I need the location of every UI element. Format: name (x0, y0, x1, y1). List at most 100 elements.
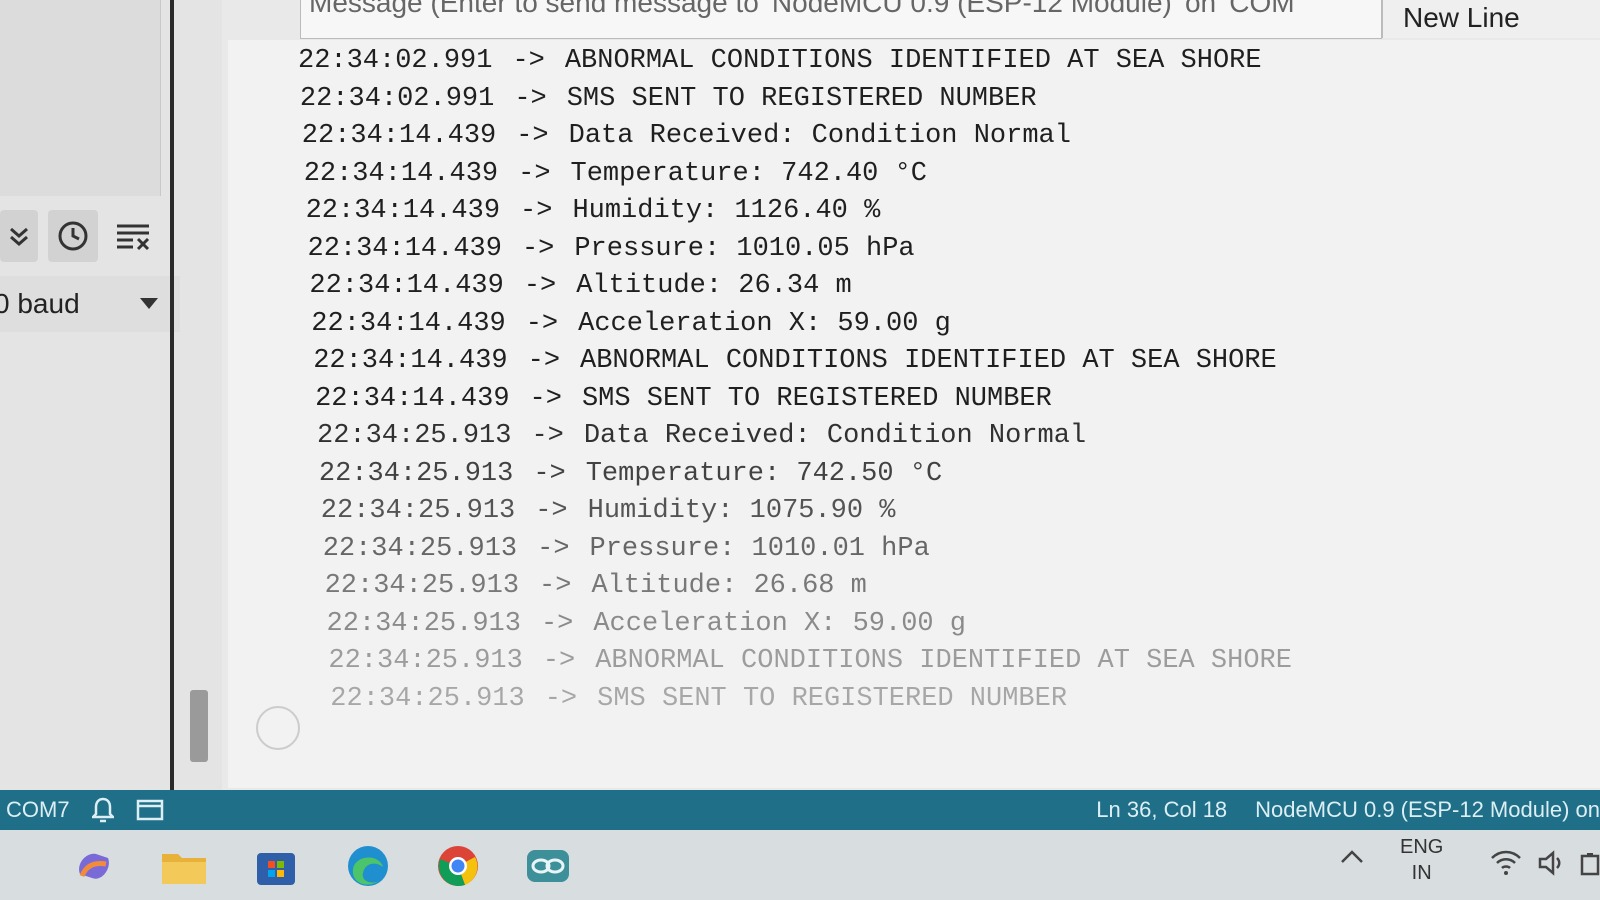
serial-arrow: -> (516, 121, 549, 151)
serial-message: Data Received: Condition Normal (568, 121, 1071, 151)
status-bar: COM7 Ln 36, Col 18 NodeMCU 0.9 (ESP-12 M… (0, 790, 1600, 830)
serial-arrow: -> (537, 533, 570, 564)
serial-arrow: -> (521, 233, 555, 264)
serial-message: Temperature: 742.40 °C (570, 158, 927, 189)
serial-timestamp: 22:34:25.913 (328, 646, 523, 676)
chevron-down-icon (140, 298, 158, 309)
taskbar: ENG IN (0, 830, 1600, 900)
serial-line: 22:34:14.439 -> Data Received: Condition N… (302, 121, 1071, 157)
copilot-icon (79, 853, 109, 879)
wifi-icon[interactable] (1490, 848, 1522, 876)
file-explorer-button[interactable] (160, 842, 208, 890)
volume-icon[interactable] (1538, 850, 1568, 876)
serial-arrow: -> (514, 83, 547, 114)
serial-message: Pressure: 1010.05 hPa (574, 233, 915, 264)
output-toolbar (0, 208, 168, 264)
serial-timestamp: 22:34:25.913 (320, 496, 516, 526)
arduino-button[interactable] (524, 842, 572, 890)
microsoft-store-icon (257, 853, 295, 885)
serial-timestamp: 22:34:14.439 (313, 346, 508, 376)
toggle-panel-button[interactable] (136, 799, 164, 821)
language-line1: ENG (1400, 836, 1444, 858)
serial-message: Data Received: Condition Normal (583, 421, 1087, 451)
avatar (256, 706, 300, 750)
serial-line: 22:34:14.439 -> Humidity: 1126.40 % (306, 196, 881, 232)
serial-message: Humidity: 1126.40 % (572, 196, 881, 226)
clear-output-button[interactable] (108, 210, 158, 262)
serial-arrow: -> (512, 46, 545, 76)
copilot-button[interactable] (70, 842, 118, 890)
serial-message: Humidity: 1075.90 % (587, 496, 896, 526)
serial-timestamp: 22:34:25.913 (318, 458, 514, 489)
serial-line: 22:34:14.439 -> Altitude: 26.34 m (309, 271, 851, 307)
timestamp-icon (58, 221, 88, 251)
panel-icon (136, 799, 163, 821)
serial-line: 22:34:25.913 -> Data Received: Condition N… (317, 421, 1086, 457)
serial-line: 22:34:02.991 -> ABNORMAL CONDITIONS IDENTI… (298, 46, 1262, 82)
serial-message: ABNORMAL CONDITIONS IDENTIFIED AT SEA SH… (595, 646, 1292, 676)
serial-timestamp: 22:34:14.439 (307, 233, 502, 264)
serial-arrow: -> (525, 308, 559, 339)
serial-line: 22:34:25.913 -> Temperature: 742.50 °C (319, 459, 942, 495)
sidebar-upper-area (0, 0, 161, 196)
serial-arrow: -> (544, 683, 578, 714)
serial-timestamp: 22:34:02.991 (299, 83, 495, 114)
serial-line: 22:34:14.439 -> Temperature: 742.40 °C (304, 159, 927, 195)
baud-rate-select[interactable]: 0 baud (0, 276, 180, 332)
serial-line: 22:34:25.913 -> Humidity: 1075.90 % (321, 496, 896, 532)
file-explorer-icon (162, 854, 206, 884)
serial-arrow: -> (529, 383, 562, 414)
edge-button[interactable] (344, 842, 392, 890)
edge-icon (348, 846, 388, 886)
collapse-icon (10, 227, 29, 246)
serial-message: SMS SENT TO REGISTERED NUMBER (566, 83, 1037, 114)
serial-arrow: -> (535, 496, 568, 526)
serial-arrow: -> (533, 458, 566, 489)
status-right: Ln 36, Col 18 NodeMCU 0.9 (ESP-12 Module… (1096, 797, 1600, 823)
serial-timestamp: 22:34:14.439 (303, 158, 499, 189)
baud-rate-value: 0 baud (0, 288, 80, 319)
serial-timestamp: 22:34:25.913 (330, 683, 525, 714)
serial-arrow: -> (540, 608, 574, 639)
clear-output-icon (117, 224, 150, 251)
serial-output: 22:34:02.991 -> ABNORMAL CONDITIONS IDENTI… (228, 40, 1600, 788)
bell-icon (91, 797, 114, 823)
chrome-icon (438, 846, 478, 887)
chevron-up-icon[interactable] (1340, 848, 1364, 864)
panel-divider[interactable] (170, 0, 174, 790)
chrome-button[interactable] (434, 842, 482, 890)
message-input-placeholder: Message (Enter to send message to 'NodeM… (309, 0, 1295, 18)
serial-arrow: -> (518, 158, 551, 189)
cursor-position: Ln 36, Col 18 (1096, 797, 1228, 822)
language-indicator[interactable]: ENG IN (1400, 834, 1443, 886)
serial-line: 22:34:25.913 -> Altitude: 26.68 m (325, 571, 867, 607)
timestamp-toggle-button[interactable] (48, 210, 99, 262)
serial-line: 22:34:25.913 -> Acceleration X: 59.00 g (327, 609, 967, 645)
serial-timestamp: 22:34:14.439 (301, 121, 497, 151)
notification-button[interactable] (91, 797, 114, 823)
serial-timestamp: 22:34:25.913 (326, 608, 521, 639)
serial-timestamp: 22:34:25.913 (322, 533, 518, 564)
serial-line: 22:34:14.439 -> Pressure: 1010.05 hPa (308, 234, 915, 270)
serial-message: SMS SENT TO REGISTERED NUMBER (597, 683, 1068, 714)
microsoft-store-button[interactable] (252, 842, 300, 890)
message-input[interactable]: Message (Enter to send message to 'NodeM… (300, 0, 1382, 39)
serial-arrow: -> (520, 196, 553, 226)
battery-icon[interactable] (1580, 852, 1600, 876)
line-ending-select[interactable]: New Line (1382, 0, 1600, 38)
serial-arrow: -> (531, 421, 564, 451)
serial-timestamp: 22:34:14.439 (309, 271, 504, 301)
serial-line: 22:34:14.439 -> ABNORMAL CONDITIONS IDENTI… (313, 346, 1277, 382)
collapse-button[interactable] (0, 210, 39, 262)
serial-message: Acceleration X: 59.00 g (593, 608, 967, 639)
scrollbar-thumb[interactable] (190, 690, 208, 762)
serial-arrow: -> (523, 271, 557, 301)
serial-timestamp: 22:34:14.439 (305, 196, 501, 226)
serial-line: 22:34:25.913 -> SMS SENT TO REGISTERED NUM… (330, 684, 1067, 720)
board-info[interactable]: NodeMCU 0.9 (ESP-12 Module) on (1255, 797, 1600, 823)
status-port[interactable]: COM7 (6, 797, 70, 823)
serial-message: SMS SENT TO REGISTERED NUMBER (581, 383, 1052, 414)
serial-arrow: -> (527, 346, 561, 376)
serial-line: 22:34:14.439 -> SMS SENT TO REGISTERED NUM… (315, 384, 1052, 420)
serial-line: 22:34:02.991 -> SMS SENT TO REGISTERED NUM… (300, 84, 1037, 120)
